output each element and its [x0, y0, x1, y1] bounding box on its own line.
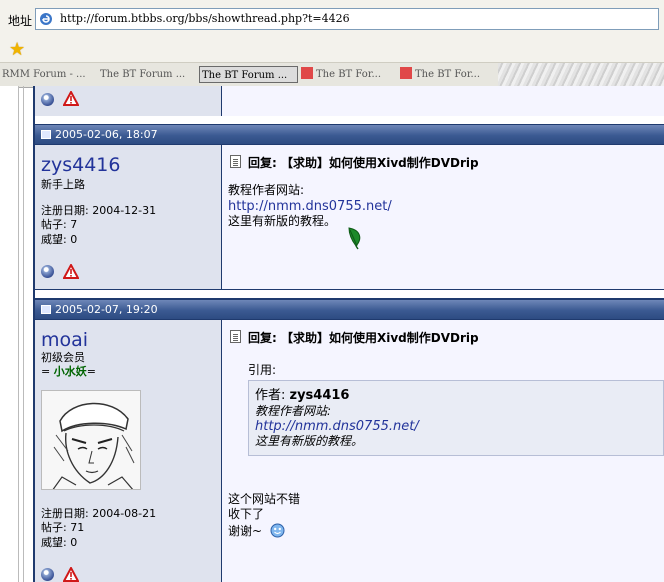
favorites-star-icon[interactable]: ★ [9, 39, 25, 60]
tab-bar-texture [498, 63, 664, 87]
ie-page-icon [40, 13, 52, 25]
tab-bt-forum-active[interactable]: The BT Forum ... [199, 66, 298, 83]
tab-label: The BT For... [415, 69, 481, 80]
tab-label: The BT For... [316, 69, 382, 80]
quote-link[interactable]: http://nmm.dns0755.net/ [255, 419, 419, 434]
username-link[interactable]: moai [41, 329, 88, 351]
user-rank: 新手上路 [41, 178, 85, 191]
post-date: 2005-02-07, 19:20 [55, 303, 158, 316]
quote-text-line: 这里有新版的教程。 [255, 434, 364, 448]
post-title: 回复: 【求助】如何使用Xivd制作DVDrip [248, 331, 479, 345]
tab-label: The BT Forum ... [202, 70, 288, 81]
quote-label: 引用: [248, 363, 277, 377]
tab-label: RMM Forum - ... [2, 69, 86, 80]
user-custom-title: = 小水妖= [41, 363, 96, 379]
post-title-icon [230, 330, 241, 343]
user-avatar [41, 390, 141, 490]
post-header: 2005-02-06, 18:07 [35, 125, 664, 144]
user-reputation: 威望: 0 [41, 233, 78, 246]
address-bar: 地址 http://forum.btbbs.org/bbs/showthread… [0, 0, 664, 39]
quote-author-prefix: 作者: [255, 388, 290, 403]
divider [18, 86, 19, 582]
tab-bar: RMM Forum - ... The BT Forum ... The BT … [0, 62, 664, 88]
tab-bt-forum-3[interactable]: The BT For... [301, 66, 397, 83]
quote-text-line: 教程作者网站: [255, 404, 332, 418]
divider [23, 86, 24, 582]
tab-bt-forum-1[interactable]: The BT Forum ... [100, 66, 198, 83]
post-icon [41, 130, 51, 139]
leaf-cursor-icon [348, 227, 361, 250]
quote-author-name: zys4416 [289, 388, 350, 403]
tab-rmm-forum[interactable]: RMM Forum - ... [2, 66, 98, 83]
post-text-line: 这个网站不错 [228, 492, 301, 506]
custom-title-prefix: = [41, 365, 54, 378]
tab-label: The BT Forum ... [100, 69, 186, 80]
post-text-line: 教程作者网站: [228, 183, 305, 197]
post-title-icon [230, 155, 241, 168]
post-separator [35, 116, 664, 124]
username-link[interactable]: zys4416 [41, 154, 120, 176]
online-status-icon[interactable] [41, 93, 54, 106]
user-reputation: 威望: 0 [41, 536, 78, 549]
custom-title-suffix: = [86, 365, 96, 378]
quote-author: 作者: zys4416 [255, 388, 349, 403]
page-margin [0, 86, 18, 582]
post-text-line: 谢谢~ [228, 523, 285, 539]
address-label: 地址 [8, 14, 33, 28]
post-title: 回复: 【求助】如何使用Xivd制作DVDrip [248, 156, 479, 170]
avatar-sketch [42, 391, 140, 489]
post-separator [35, 290, 664, 298]
favorites-bar: ★ [0, 38, 664, 62]
report-post-icon[interactable] [63, 91, 79, 106]
post-icon [41, 305, 51, 314]
pdf-icon [301, 67, 313, 79]
pdf-icon [400, 67, 412, 79]
custom-title-text: 小水妖 [53, 365, 87, 378]
post-header: 2005-02-07, 19:20 [35, 300, 664, 319]
post-text-line: 这里有新版的教程。 [228, 214, 337, 228]
online-status-icon[interactable] [41, 568, 54, 581]
address-input[interactable]: http://forum.btbbs.org/bbs/showthread.ph… [35, 8, 659, 30]
post-link[interactable]: http://nmm.dns0755.net/ [228, 199, 392, 214]
post-text-line: 收下了 [228, 507, 265, 521]
report-post-icon[interactable] [63, 567, 79, 582]
tab-bt-forum-4[interactable]: The BT For... [400, 66, 496, 83]
address-url: http://forum.btbbs.org/bbs/showthread.ph… [60, 12, 350, 25]
report-post-icon[interactable] [63, 264, 79, 279]
smile-emoticon-icon [270, 523, 285, 538]
online-status-icon[interactable] [41, 265, 54, 278]
prev-post-body-cell [222, 86, 664, 116]
post-date: 2005-02-06, 18:07 [55, 128, 158, 141]
post-text-content: 谢谢~ [228, 524, 263, 538]
